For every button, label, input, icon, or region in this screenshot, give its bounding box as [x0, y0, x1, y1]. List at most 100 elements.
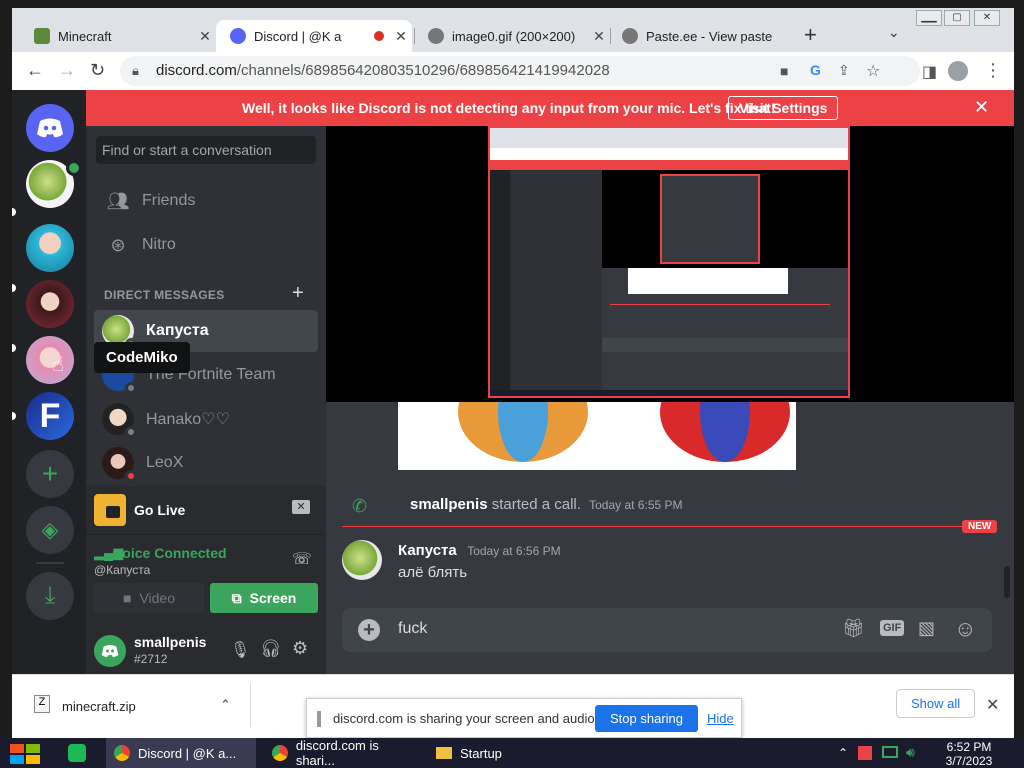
- server-fortnite[interactable]: F: [26, 392, 74, 440]
- video-camera-icon: ■: [122, 590, 132, 606]
- chat-scrollbar[interactable]: [1004, 566, 1010, 598]
- sticker-icon[interactable]: ▧: [918, 618, 935, 639]
- recording-icon: [374, 31, 384, 41]
- url-path: /channels/689856420803510296/68985642141…: [236, 62, 610, 79]
- dm-name: LeoX: [146, 454, 184, 471]
- microphone-icon[interactable]: 🎙︎: [230, 640, 250, 660]
- drag-handle-icon[interactable]: [317, 711, 321, 727]
- taskbar-discord[interactable]: Discord | @K a...: [106, 738, 256, 768]
- avatar: [102, 447, 137, 482]
- tab-title: image0.gif (200×200): [452, 28, 576, 44]
- windows-start-icon[interactable]: [10, 744, 42, 764]
- gift-icon[interactable]: 🎁︎: [842, 618, 865, 639]
- hide-link[interactable]: Hide: [707, 711, 734, 726]
- flag-icon[interactable]: [858, 746, 872, 760]
- screen-button[interactable]: ⧉ Screen: [210, 583, 318, 613]
- username: smallpenis: [134, 634, 207, 650]
- message-author[interactable]: Капуста: [398, 542, 457, 559]
- tab-strip: ▁▁ ▢ ✕ Minecraft ✕ Discord | @K a ✕ imag…: [12, 8, 1014, 52]
- compass-icon[interactable]: ◈: [26, 506, 74, 554]
- chevron-up-icon[interactable]: ⌃: [838, 746, 848, 760]
- sidebar-item-friends[interactable]: 👥︎ Friends: [94, 180, 318, 222]
- minecraft-icon: [34, 28, 50, 44]
- show-all-button[interactable]: Show all: [896, 689, 976, 718]
- dm-item-hanako[interactable]: Hanako♡♡: [94, 398, 318, 440]
- voice-status[interactable]: Voice Connected: [114, 545, 227, 561]
- volume-icon[interactable]: 🔊︎: [906, 744, 915, 761]
- maximize-button[interactable]: ▢: [944, 10, 970, 26]
- stream-preview[interactable]: [326, 126, 1014, 402]
- close-stream-icon[interactable]: ✕: [292, 500, 310, 514]
- chevron-down-icon[interactable]: ⌄: [888, 24, 900, 41]
- close-icon[interactable]: ✕: [390, 28, 412, 45]
- discord-app: ☝︎ F + ◈ ⤓ Well, it looks like Discord i…: [12, 90, 1014, 674]
- emoji-icon[interactable]: ☺︎: [954, 616, 976, 642]
- chrome-icon: [272, 745, 288, 761]
- headphones-icon[interactable]: 🎧︎: [260, 639, 282, 659]
- minimize-button[interactable]: ▁▁: [916, 10, 942, 26]
- clock-date: 3/7/2023: [945, 754, 993, 768]
- gif-button[interactable]: GIF: [880, 620, 905, 636]
- tab-paste[interactable]: Paste.ee - View paste: [608, 20, 794, 52]
- download-icon[interactable]: ⤓: [26, 572, 74, 620]
- go-live-label[interactable]: Go Live: [134, 502, 185, 518]
- message-composer[interactable]: + fuck 🎁︎ GIF ▧ ☺︎: [342, 608, 992, 652]
- screen-share-bar: discord.com is sharing your screen and a…: [306, 698, 742, 738]
- network-icon[interactable]: [882, 746, 898, 758]
- clock[interactable]: 6:52 PM 3/7/2023: [944, 740, 994, 768]
- sidebar-item-nitro[interactable]: ⊛ Nitro: [94, 224, 318, 266]
- sidepanel-icon[interactable]: ◨: [922, 62, 937, 82]
- settings-gear-icon[interactable]: ⚙︎: [292, 638, 308, 659]
- discord-home-icon[interactable]: [26, 104, 74, 152]
- dm-item-leox[interactable]: LeoX: [94, 442, 318, 484]
- close-icon[interactable]: ✕: [974, 97, 989, 118]
- call-user[interactable]: smallpenis: [410, 496, 488, 513]
- new-tab-button[interactable]: +: [804, 22, 817, 48]
- tab-discord[interactable]: Discord | @K a ✕: [216, 20, 412, 52]
- server-codemiko[interactable]: [26, 336, 74, 384]
- star-icon[interactable]: ☆: [866, 61, 880, 81]
- address-bar[interactable]: 🔒︎ discord.com/channels/6898564208035102…: [120, 56, 920, 86]
- add-dm-button[interactable]: +: [292, 282, 304, 305]
- stop-sharing-button[interactable]: Stop sharing: [595, 705, 698, 732]
- add-attachment-icon[interactable]: +: [358, 619, 380, 641]
- tab-image[interactable]: image0.gif (200×200) ✕: [414, 20, 610, 52]
- dm-search-input[interactable]: Find or start a conversation: [96, 136, 316, 164]
- menu-icon[interactable]: ⋮: [984, 60, 1002, 81]
- screen-share-icon: ⧉: [231, 589, 242, 606]
- close-icon[interactable]: ✕: [194, 28, 216, 45]
- reload-icon[interactable]: ↻: [90, 60, 105, 81]
- server-anime-dark[interactable]: [26, 280, 74, 328]
- server-anime-blue[interactable]: [26, 224, 74, 272]
- close-icon[interactable]: ✕: [986, 695, 999, 715]
- close-icon[interactable]: ✕: [588, 28, 610, 45]
- visit-settings-button[interactable]: Visit Settings: [728, 96, 839, 120]
- message-avatar[interactable]: [342, 540, 382, 580]
- add-server-icon[interactable]: +: [26, 450, 74, 498]
- new-badge: NEW: [962, 520, 998, 533]
- google-icon[interactable]: G: [810, 62, 821, 78]
- forward-icon[interactable]: →: [58, 60, 76, 81]
- video-button[interactable]: ■ Video: [94, 583, 204, 613]
- user-tag: #2712: [134, 652, 168, 666]
- nitro-icon: ⊛: [110, 234, 126, 255]
- profile-avatar[interactable]: [948, 61, 968, 81]
- message-input[interactable]: fuck: [398, 620, 427, 638]
- taskbar-startup[interactable]: Startup: [428, 738, 548, 768]
- camera-icon[interactable]: ■: [780, 63, 788, 79]
- call-message: smallpenis started a call. Today at 6:55…: [410, 496, 683, 513]
- tab-minecraft[interactable]: Minecraft ✕: [20, 20, 216, 52]
- disconnect-icon[interactable]: ☏: [292, 549, 312, 569]
- call-text: started a call.: [491, 496, 581, 513]
- download-filename[interactable]: minecraft.zip: [62, 699, 136, 714]
- chevron-up-icon[interactable]: ⌃: [220, 697, 231, 713]
- app-icon[interactable]: [68, 744, 86, 762]
- share-icon[interactable]: ⇪: [838, 62, 850, 79]
- shared-drawing-image[interactable]: [398, 402, 796, 470]
- voice-channel[interactable]: @Капуста: [94, 563, 150, 577]
- back-icon[interactable]: ←: [26, 60, 44, 81]
- taskbar-sharing[interactable]: discord.com is shari...: [264, 738, 420, 768]
- message-text: алё блять: [398, 564, 468, 581]
- close-window-button[interactable]: ✕: [974, 10, 1000, 26]
- user-avatar[interactable]: [94, 635, 126, 667]
